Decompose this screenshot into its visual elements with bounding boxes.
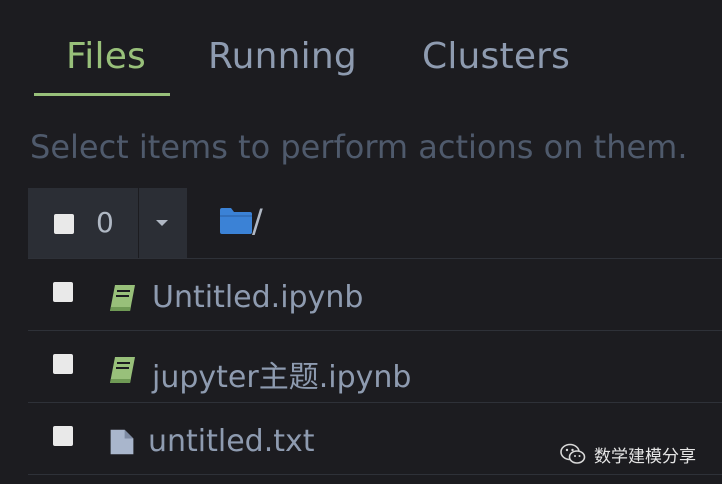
tab-bar: Files Running Clusters	[0, 0, 722, 100]
notebook-icon	[110, 357, 135, 383]
file-row[interactable]: Untitled.ipynb	[28, 262, 722, 332]
row-divider	[28, 474, 722, 475]
notebook-icon	[110, 285, 135, 311]
row-checkbox[interactable]	[53, 354, 73, 374]
select-all-button[interactable]: 0	[28, 188, 139, 258]
file-row[interactable]: jupyter主题.ipynb	[28, 334, 722, 404]
file-name[interactable]: untitled.txt	[148, 424, 315, 459]
selection-hint: Select items to perform actions on them.	[30, 128, 688, 166]
tab-files[interactable]: Files	[66, 36, 146, 77]
file-name[interactable]: jupyter主题.ipynb	[152, 352, 411, 396]
file-toolbar: 0 /	[28, 188, 722, 258]
file-icon	[110, 429, 134, 455]
watermark: 数学建模分享	[560, 438, 696, 470]
selected-count: 0	[96, 206, 114, 239]
file-name[interactable]: Untitled.ipynb	[152, 280, 363, 315]
wechat-icon	[560, 443, 586, 464]
tab-running[interactable]: Running	[208, 36, 357, 77]
folder-icon	[220, 208, 252, 234]
active-tab-indicator	[34, 93, 170, 96]
chevron-down-icon	[156, 220, 168, 226]
row-checkbox[interactable]	[53, 426, 73, 446]
select-all-checkbox[interactable]	[54, 214, 74, 234]
row-checkbox[interactable]	[53, 282, 73, 302]
select-dropdown-button[interactable]	[139, 188, 187, 258]
row-divider	[28, 402, 722, 403]
tab-clusters[interactable]: Clusters	[422, 36, 570, 77]
watermark-text: 数学建模分享	[594, 446, 696, 467]
breadcrumb-root[interactable]: /	[252, 202, 263, 240]
row-divider	[28, 258, 722, 259]
row-divider	[28, 330, 722, 331]
